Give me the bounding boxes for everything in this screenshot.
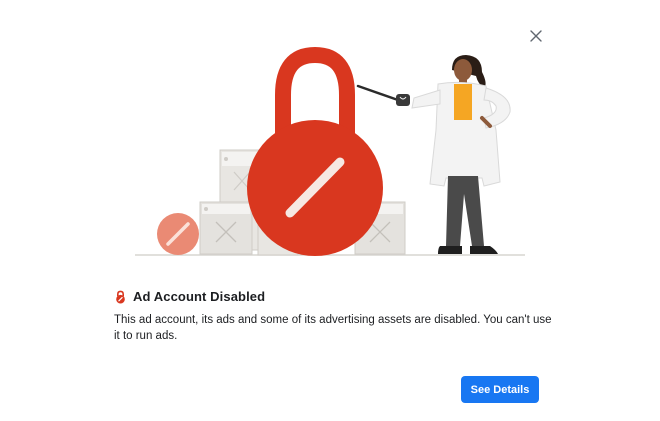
lock-disabled-icon xyxy=(116,290,125,303)
small-disabled-icon xyxy=(157,213,199,255)
disabled-padlock-icon xyxy=(247,46,383,256)
ad-card-icon xyxy=(199,201,253,255)
dialog-title-row: Ad Account Disabled xyxy=(114,289,265,304)
see-details-button[interactable]: See Details xyxy=(461,376,539,403)
ad-account-disabled-dialog: Ad Account Disabled This ad account, its… xyxy=(0,0,660,421)
dialog-body-text: This ad account, its ads and some of its… xyxy=(114,314,552,342)
dialog-title: Ad Account Disabled xyxy=(133,289,266,304)
disabled-lock-illustration xyxy=(135,46,525,256)
presenter-person-illustration xyxy=(396,55,511,254)
